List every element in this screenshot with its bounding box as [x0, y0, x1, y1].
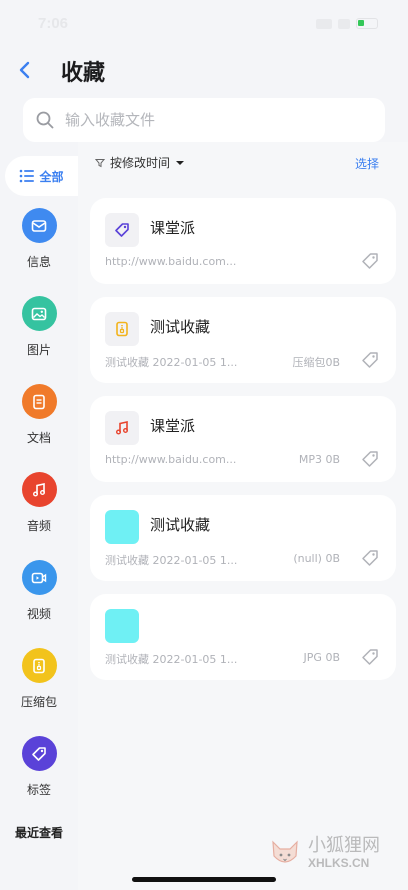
caret-down-icon: [176, 160, 185, 165]
sort-label: 按修改时间: [110, 156, 171, 170]
sidebar-item-label: 视频: [26, 607, 51, 621]
sidebar-item-audio[interactable]: 音频: [0, 472, 78, 534]
signal-icon: [316, 18, 332, 29]
watermark-text-cn: 小狐狸网: [308, 835, 380, 856]
list-item[interactable]: 课堂派 http://www.baidu.com... MP3 0B: [90, 396, 396, 482]
search-icon: [36, 111, 54, 129]
list-item[interactable]: 测试收藏 测试收藏 2022-01-05 1... 压缩包0B: [90, 297, 396, 383]
status-time: 7:06: [38, 15, 69, 32]
tag-icon[interactable]: [360, 350, 380, 370]
list-item[interactable]: 测试收藏 2022-01-05 1... JPG 0B: [90, 594, 396, 680]
item-subtitle: http://www.baidu.com...: [105, 255, 237, 268]
watermark: 小狐狸网 XHLKS.CN: [268, 836, 380, 870]
item-type-size: JPG 0B: [303, 651, 340, 664]
favorites-list-panel: 按修改时间 选择 课堂派 http://www.baidu.com... 测试收…: [78, 142, 408, 890]
sidebar-item-label: 文档: [26, 431, 51, 445]
list-item[interactable]: 课堂派 http://www.baidu.com...: [90, 198, 396, 284]
sidebar-item-label: 全部: [39, 169, 64, 184]
page-title: 收藏: [61, 61, 106, 86]
document-icon: [21, 384, 57, 419]
sidebar-item-images[interactable]: 图片: [0, 296, 78, 358]
archive-icon: [21, 648, 57, 683]
image-thumbnail: [105, 609, 139, 643]
list-icon: [20, 169, 35, 183]
tag-icon[interactable]: [360, 449, 380, 469]
back-button[interactable]: [12, 56, 40, 84]
watermark-text-en: XHLKS.CN: [308, 856, 370, 870]
sidebar-item-label: 音频: [26, 519, 51, 533]
item-subtitle: 测试收藏 2022-01-05 1...: [105, 653, 238, 666]
item-title: 课堂派: [150, 417, 196, 435]
home-indicator[interactable]: [132, 877, 276, 882]
archive-icon: [105, 312, 139, 346]
wifi-icon: [338, 18, 350, 29]
sidebar-item-archives[interactable]: 压缩包: [0, 648, 78, 710]
item-type-size: 压缩包0B: [292, 356, 340, 369]
sidebar-item-label: 图片: [26, 343, 51, 357]
item-title: 测试收藏: [150, 318, 211, 336]
image-icon: [21, 296, 57, 331]
item-type-size: MP3 0B: [298, 453, 340, 466]
list-item[interactable]: 测试收藏 测试收藏 2022-01-05 1... (null) 0B: [90, 495, 396, 581]
tag-icon[interactable]: [360, 647, 380, 667]
battery-icon: [356, 18, 378, 29]
music-icon: [105, 411, 139, 445]
status-indicators: [316, 18, 378, 29]
item-subtitle: http://www.baidu.com...: [105, 453, 237, 466]
sidebar-item-label: 信息: [26, 255, 51, 269]
select-button[interactable]: 选择: [355, 155, 379, 172]
sidebar-item-label: 压缩包: [20, 695, 57, 709]
music-icon: [21, 472, 57, 507]
sidebar-item-label: 标签: [26, 783, 51, 797]
category-sidebar: 全部 信息 图片 文档 音频 视频 压缩包 标签 最近查看: [0, 156, 78, 890]
sidebar-item-info[interactable]: 信息: [0, 208, 78, 270]
watermark-text: 小狐狸网 XHLKS.CN: [308, 835, 380, 871]
tag-icon[interactable]: [360, 548, 380, 568]
sidebar-item-recent[interactable]: 最近查看: [0, 824, 78, 841]
mail-icon: [21, 208, 57, 243]
tag-icon[interactable]: [360, 251, 380, 271]
item-title: 测试收藏: [150, 516, 211, 534]
search-input[interactable]: [65, 111, 345, 129]
sort-button[interactable]: 按修改时间: [95, 154, 185, 171]
sidebar-item-video[interactable]: 视频: [0, 560, 78, 622]
image-thumbnail: [105, 510, 139, 544]
search-bar[interactable]: [23, 98, 385, 142]
item-type-size: (null) 0B: [293, 552, 340, 565]
header: 收藏: [0, 48, 408, 92]
video-icon: [21, 560, 57, 595]
filter-icon: [95, 158, 105, 167]
link-tag-icon: [105, 213, 139, 247]
chevron-left-icon: [19, 61, 30, 79]
tag-icon: [21, 736, 57, 771]
fox-logo-icon: [272, 840, 298, 863]
item-subtitle: 测试收藏 2022-01-05 1...: [105, 356, 238, 369]
status-bar: 7:06: [0, 0, 408, 48]
item-title: 课堂派: [150, 219, 196, 237]
sidebar-item-tags[interactable]: 标签: [0, 736, 78, 798]
sidebar-item-all[interactable]: 全部: [5, 156, 78, 196]
sidebar-item-documents[interactable]: 文档: [0, 384, 78, 446]
item-subtitle: 测试收藏 2022-01-05 1...: [105, 554, 238, 567]
